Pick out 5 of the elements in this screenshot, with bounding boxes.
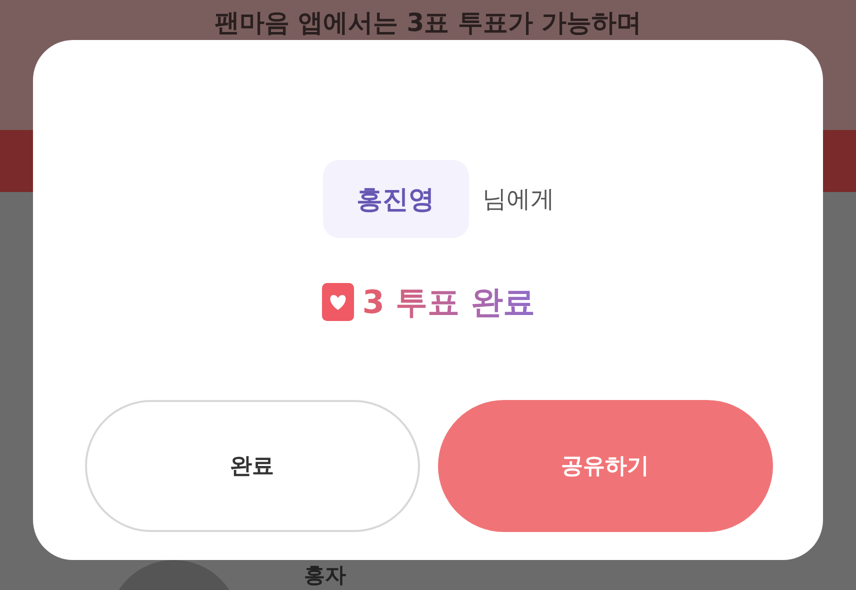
candidate-name: 홍자 — [304, 562, 346, 588]
recipient-name: 홍진영 — [322, 160, 468, 238]
recipient-suffix: 님에게 — [482, 184, 554, 215]
done-button[interactable]: 완료 — [84, 400, 420, 532]
notice-text: 팬마음 앱에서는 3표 투표가 가능하며 — [214, 8, 642, 38]
